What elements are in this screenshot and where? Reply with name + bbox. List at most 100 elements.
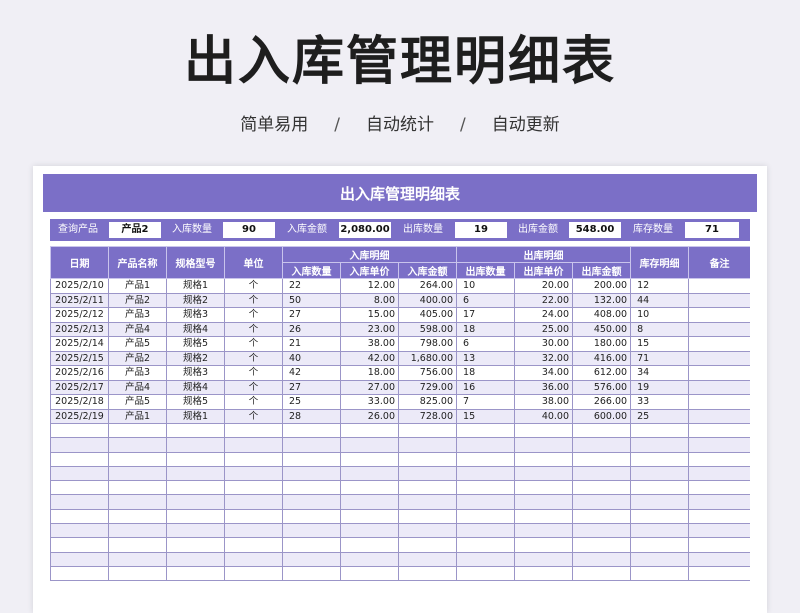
cell-in-price[interactable]: 15.00 [340,307,399,323]
cell-empty[interactable] [108,551,167,567]
cell-out-qty[interactable]: 17 [456,307,516,323]
cell-in-qty[interactable]: 40 [282,350,341,366]
cell-out-amount[interactable]: 450.00 [572,321,632,337]
cell-empty[interactable] [397,537,458,553]
query-product-select[interactable]: 产品2 [109,222,161,238]
cell-empty[interactable] [108,565,167,582]
cell-empty[interactable] [572,422,632,439]
cell-unit[interactable]: 个 [224,394,283,410]
cell-unit[interactable]: 个 [224,307,283,323]
cell-in-price[interactable]: 18.00 [340,365,399,381]
cell-empty[interactable] [166,451,225,467]
cell-empty[interactable] [397,523,458,539]
cell-empty[interactable] [630,508,690,525]
cell-in-price[interactable]: 42.00 [340,350,399,366]
cell-empty[interactable] [572,537,632,553]
cell-in-price[interactable]: 23.00 [340,321,399,337]
cell-empty[interactable] [340,480,399,496]
cell-empty[interactable] [456,494,516,510]
cell-empty[interactable] [50,480,109,496]
cell-stock[interactable]: 8 [630,321,690,337]
cell-note[interactable] [688,408,750,424]
cell-in-price[interactable]: 26.00 [340,408,399,424]
cell-in-amount[interactable]: 756.00 [397,365,458,381]
cell-in-qty[interactable]: 28 [282,408,341,424]
cell-product[interactable]: 产品2 [108,350,167,366]
cell-note[interactable] [688,307,750,323]
cell-in-amount[interactable]: 405.00 [397,307,458,323]
cell-empty[interactable] [514,508,574,525]
cell-empty[interactable] [456,437,516,453]
cell-in-amount[interactable]: 598.00 [397,321,458,337]
cell-empty[interactable] [688,523,750,539]
cell-empty[interactable] [340,537,399,553]
cell-empty[interactable] [514,451,574,467]
cell-empty[interactable] [514,551,574,567]
cell-note[interactable] [688,379,750,395]
cell-empty[interactable] [630,494,690,510]
cell-empty[interactable] [397,480,458,496]
cell-out-qty[interactable]: 18 [456,321,516,337]
cell-empty[interactable] [50,523,109,539]
cell-empty[interactable] [166,465,225,482]
cell-empty[interactable] [50,565,109,582]
cell-empty[interactable] [688,451,750,467]
cell-empty[interactable] [282,508,341,525]
cell-spec[interactable]: 规格4 [166,321,225,337]
cell-note[interactable] [688,336,750,352]
cell-product[interactable]: 产品2 [108,292,167,308]
cell-date[interactable]: 2025/2/14 [50,336,109,352]
cell-empty[interactable] [224,508,283,525]
cell-out-price[interactable]: 40.00 [514,408,574,424]
cell-date[interactable]: 2025/2/15 [50,350,109,366]
cell-empty[interactable] [397,551,458,567]
cell-empty[interactable] [456,422,516,439]
cell-empty[interactable] [340,465,399,482]
cell-empty[interactable] [282,465,341,482]
cell-empty[interactable] [630,451,690,467]
cell-in-price[interactable]: 8.00 [340,292,399,308]
cell-out-price[interactable]: 20.00 [514,278,574,294]
cell-out-amount[interactable]: 600.00 [572,408,632,424]
cell-empty[interactable] [224,565,283,582]
cell-in-amount[interactable]: 400.00 [397,292,458,308]
cell-empty[interactable] [50,508,109,525]
cell-empty[interactable] [456,480,516,496]
cell-date[interactable]: 2025/2/11 [50,292,109,308]
cell-out-price[interactable]: 24.00 [514,307,574,323]
cell-empty[interactable] [166,537,225,553]
cell-note[interactable] [688,394,750,410]
cell-empty[interactable] [166,551,225,567]
cell-empty[interactable] [340,451,399,467]
cell-unit[interactable]: 个 [224,336,283,352]
cell-out-amount[interactable]: 416.00 [572,350,632,366]
cell-empty[interactable] [572,451,632,467]
cell-out-amount[interactable]: 408.00 [572,307,632,323]
cell-product[interactable]: 产品5 [108,394,167,410]
cell-spec[interactable]: 规格5 [166,394,225,410]
cell-in-price[interactable]: 33.00 [340,394,399,410]
cell-empty[interactable] [688,422,750,439]
cell-empty[interactable] [456,451,516,467]
cell-empty[interactable] [224,480,283,496]
cell-unit[interactable]: 个 [224,292,283,308]
cell-note[interactable] [688,292,750,308]
cell-stock[interactable]: 33 [630,394,690,410]
cell-spec[interactable]: 规格1 [166,278,225,294]
cell-note[interactable] [688,278,750,294]
cell-empty[interactable] [397,437,458,453]
cell-empty[interactable] [397,508,458,525]
cell-empty[interactable] [282,523,341,539]
cell-empty[interactable] [108,537,167,553]
cell-out-price[interactable]: 32.00 [514,350,574,366]
cell-out-amount[interactable]: 612.00 [572,365,632,381]
cell-product[interactable]: 产品1 [108,408,167,424]
cell-in-qty[interactable]: 27 [282,307,341,323]
cell-empty[interactable] [224,451,283,467]
cell-empty[interactable] [630,465,690,482]
cell-empty[interactable] [108,451,167,467]
cell-out-qty[interactable]: 10 [456,278,516,294]
cell-out-qty[interactable]: 13 [456,350,516,366]
cell-empty[interactable] [50,437,109,453]
cell-empty[interactable] [456,465,516,482]
